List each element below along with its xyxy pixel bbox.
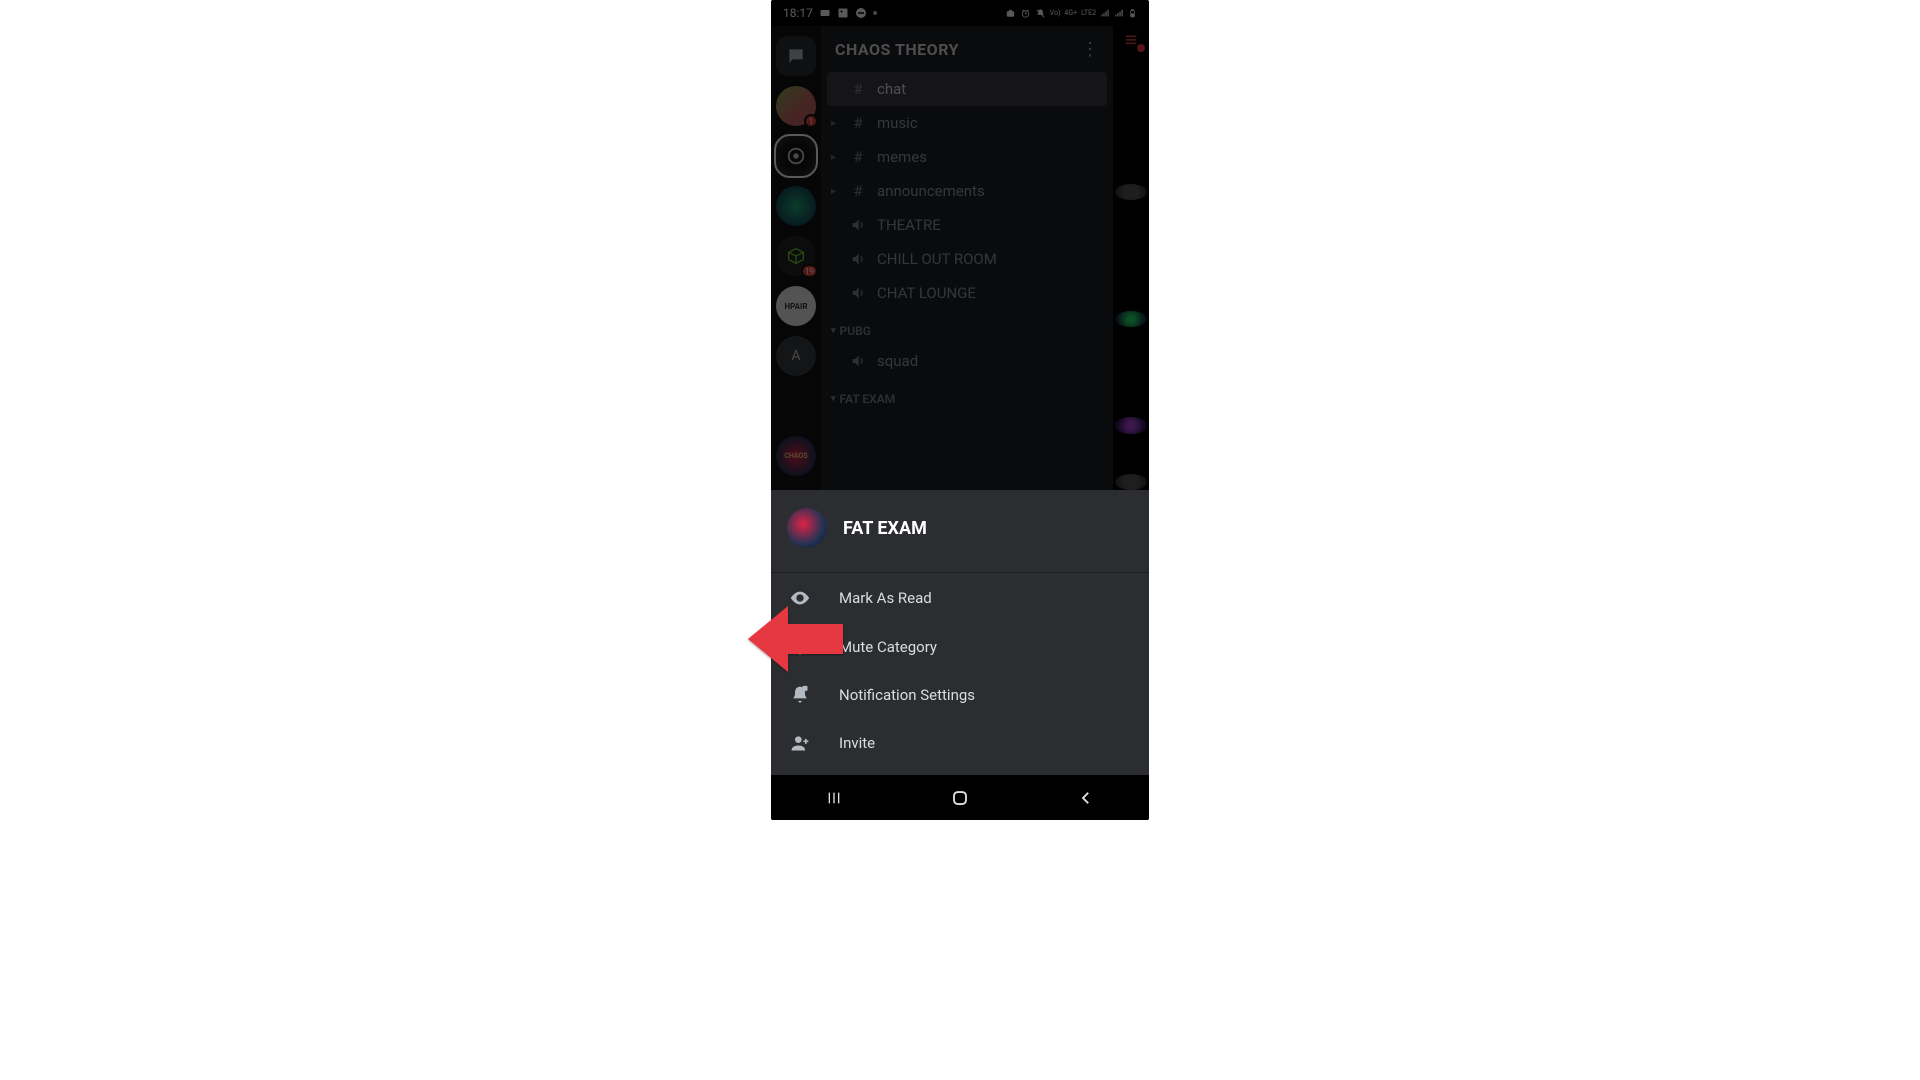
mute-icon: [1035, 8, 1046, 19]
sheet-item-mark-read[interactable]: Mark As Read: [771, 573, 1149, 623]
image-icon: [837, 7, 849, 19]
speaker-icon: [849, 353, 867, 369]
sheet-item-label: Invite: [839, 734, 875, 752]
channel-name: squad: [877, 352, 918, 370]
bell-icon: [789, 637, 811, 657]
server-item[interactable]: A: [776, 336, 816, 376]
thread-caret-icon: ▸: [831, 186, 839, 197]
channel-text[interactable]: ▸ # music: [821, 106, 1113, 140]
server-item[interactable]: CHAOS: [776, 436, 816, 476]
server-avatar: [787, 508, 827, 548]
speaker-icon: [849, 285, 867, 301]
server-item[interactable]: HPAIR: [776, 286, 816, 326]
server-rail: 1 19 HPAIR A CHAOS: [771, 26, 821, 490]
hash-icon: #: [849, 80, 867, 98]
notification-dot-icon: [1137, 44, 1145, 52]
server-item[interactable]: 1: [776, 86, 816, 126]
camera-indicator-icon: [1005, 8, 1016, 19]
channel-name: music: [877, 114, 918, 132]
channel-text[interactable]: ▸ # announcements: [821, 174, 1113, 208]
server-header[interactable]: CHAOS THEORY ⋮: [821, 26, 1113, 72]
sheet-item-label: Mute Category: [839, 638, 937, 656]
member-avatar[interactable]: [1115, 311, 1147, 327]
category-name: FAT EXAM: [840, 392, 896, 406]
recents-button[interactable]: [822, 786, 846, 810]
minus-circle-icon: [855, 7, 867, 19]
channel-name: chat: [877, 80, 906, 98]
speaker-icon: [849, 217, 867, 233]
kebab-icon[interactable]: ⋮: [1081, 39, 1099, 60]
channel-voice[interactable]: CHILL OUT ROOM: [821, 242, 1113, 276]
person-add-icon: [789, 733, 811, 753]
status-vo: Vo): [1050, 10, 1061, 17]
thread-caret-icon: ▸: [831, 152, 839, 163]
sheet-item-label: Notification Settings: [839, 686, 975, 704]
signal-icon-2: [1114, 8, 1124, 18]
dim-overlay: 18:17: [771, 0, 1149, 490]
category-action-sheet: FAT EXAM Mark As Read Mute Category Noti…: [771, 490, 1149, 775]
eye-icon: [789, 587, 811, 609]
server-item[interactable]: 19: [776, 236, 816, 276]
card-icon: [819, 7, 831, 19]
signal-icon: [1100, 8, 1110, 18]
server-badge: 1: [804, 114, 818, 128]
thread-caret-icon: ▸: [831, 118, 839, 129]
discord-app: 1 19 HPAIR A CHAOS: [771, 26, 1149, 490]
chevron-down-icon: ▾: [831, 394, 836, 404]
dm-button[interactable]: [776, 36, 816, 76]
category-name: PUBG: [840, 324, 871, 338]
home-button[interactable]: [948, 786, 972, 810]
members-peek: [1113, 26, 1149, 490]
sheet-item-label: Mark As Read: [839, 589, 932, 607]
member-avatar[interactable]: [1115, 474, 1147, 490]
status-dot-icon: [873, 11, 877, 15]
phone-frame: 18:17: [771, 0, 1149, 820]
status-time: 18:17: [783, 6, 813, 20]
member-avatar[interactable]: [1115, 184, 1147, 200]
channel-name: CHAT LOUNGE: [877, 284, 976, 302]
server-item-selected[interactable]: [776, 136, 816, 176]
server-title: CHAOS THEORY: [835, 40, 959, 59]
channel-voice[interactable]: squad: [821, 344, 1113, 378]
back-button[interactable]: [1074, 786, 1098, 810]
status-4g: 4G+: [1064, 10, 1077, 17]
hash-icon: #: [849, 114, 867, 132]
status-lte: LTE2: [1081, 10, 1096, 17]
channel-name: announcements: [877, 182, 985, 200]
speaker-icon: [849, 251, 867, 267]
chevron-down-icon: ▾: [831, 326, 836, 336]
bell-badge-icon: [789, 685, 811, 705]
category-header[interactable]: ▾ FAT EXAM: [821, 378, 1113, 412]
channel-name: memes: [877, 148, 927, 166]
status-bar: 18:17: [771, 0, 1149, 26]
server-badge: 19: [801, 264, 818, 278]
channel-list: CHAOS THEORY ⋮ # chat ▸ # music ▸ # meme…: [821, 26, 1113, 490]
channel-text[interactable]: # chat: [827, 72, 1107, 106]
channel-voice[interactable]: CHAT LOUNGE: [821, 276, 1113, 310]
channel-voice[interactable]: THEATRE: [821, 208, 1113, 242]
channel-name: CHILL OUT ROOM: [877, 250, 997, 268]
menu-icon[interactable]: [1121, 34, 1141, 48]
android-nav-bar: [771, 775, 1149, 820]
sheet-header: FAT EXAM: [771, 490, 1149, 573]
sheet-item-invite[interactable]: Invite: [771, 719, 1149, 767]
channel-name: THEATRE: [877, 216, 941, 234]
server-item[interactable]: [776, 386, 816, 426]
hash-icon: #: [849, 148, 867, 166]
server-item[interactable]: [776, 186, 816, 226]
alarm-icon: [1020, 8, 1031, 19]
sheet-title: FAT EXAM: [843, 518, 927, 539]
battery-icon: [1128, 7, 1137, 20]
category-header[interactable]: ▾ PUBG: [821, 310, 1113, 344]
member-avatar[interactable]: [1115, 417, 1147, 433]
hash-icon: #: [849, 182, 867, 200]
sheet-item-mute-category[interactable]: Mute Category: [771, 623, 1149, 671]
sheet-item-notification-settings[interactable]: Notification Settings: [771, 671, 1149, 719]
channel-text[interactable]: ▸ # memes: [821, 140, 1113, 174]
